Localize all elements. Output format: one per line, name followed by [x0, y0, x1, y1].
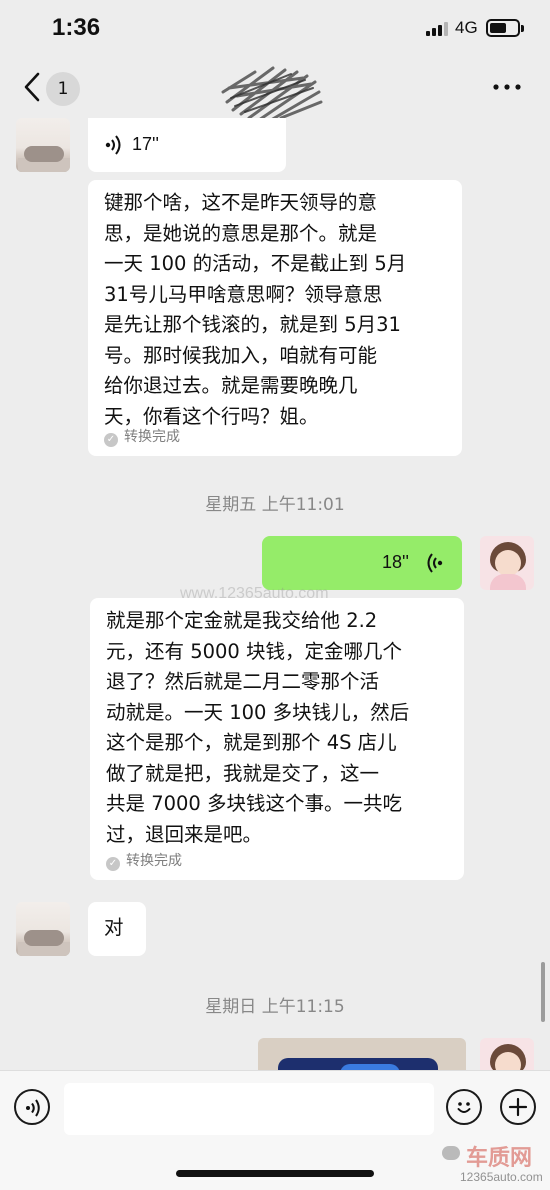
plus-button[interactable] — [500, 1089, 536, 1125]
voice-wave-icon — [105, 135, 121, 155]
home-indicator[interactable] — [176, 1170, 374, 1177]
plus-icon — [508, 1097, 528, 1117]
voice-duration: 17'' — [132, 134, 159, 154]
weibo-icon — [442, 1146, 460, 1160]
check-icon: ✓ — [104, 433, 118, 447]
status-time: 1:36 — [52, 14, 101, 41]
my-avatar[interactable] — [480, 1038, 534, 1072]
message-timestamp: 星期五 上午11:01 — [205, 495, 345, 515]
voice-message-sent[interactable]: 18'' — [262, 536, 462, 590]
message-timestamp: 星期日 上午11:15 — [205, 997, 345, 1017]
converted-text: 键那个啥，这不是昨天领导的意 思，是她说的意思是那个。就是 一天 100 的活动… — [104, 191, 407, 428]
signal-icon — [426, 22, 450, 36]
voice-duration: 18'' — [382, 552, 409, 572]
chat-title-redacted — [215, 62, 335, 122]
converted-text: 就是那个定金就是我交给他 2.2 元，还有 5000 块钱，定金哪几个 退了？然… — [106, 609, 410, 846]
voice-to-text-bubble[interactable]: 键那个啥，这不是昨天领导的意 思，是她说的意思是那个。就是 一天 100 的活动… — [88, 180, 462, 456]
text-message[interactable]: 对 — [88, 902, 146, 956]
voice-to-text-bubble[interactable]: 就是那个定金就是我交给他 2.2 元，还有 5000 块钱，定金哪几个 退了？然… — [90, 598, 464, 880]
convert-status: ✓ 转换完成 — [106, 850, 182, 871]
voice-input-button[interactable] — [14, 1089, 50, 1125]
unread-badge: 1 — [46, 72, 80, 106]
emoji-button[interactable] — [446, 1089, 482, 1125]
message-input[interactable] — [64, 1083, 434, 1135]
contact-avatar[interactable] — [16, 902, 70, 956]
more-dots-icon — [493, 84, 521, 90]
check-icon: ✓ — [106, 857, 120, 871]
brand-name: 车质网 — [466, 1146, 533, 1171]
message-text: 对 — [104, 916, 124, 939]
network-type: 4G — [455, 18, 478, 37]
chat-header: 1 — [0, 60, 550, 122]
voice-input-icon — [26, 1099, 40, 1117]
voice-wave-icon — [427, 553, 443, 573]
emoji-icon — [457, 1102, 471, 1113]
brand-url: 12365auto.com — [460, 1170, 543, 1184]
battery-icon — [486, 19, 524, 37]
status-bar: 1:36 4G — [0, 0, 550, 60]
more-button[interactable] — [490, 74, 524, 100]
chevron-left-icon — [24, 72, 40, 102]
my-avatar[interactable] — [480, 536, 534, 590]
contact-avatar[interactable] — [16, 118, 70, 172]
voice-message[interactable]: 17'' — [88, 118, 286, 172]
brand-watermark: 车质网 12365auto.com — [440, 1140, 550, 1190]
convert-status: ✓ 转换完成 — [104, 426, 180, 447]
